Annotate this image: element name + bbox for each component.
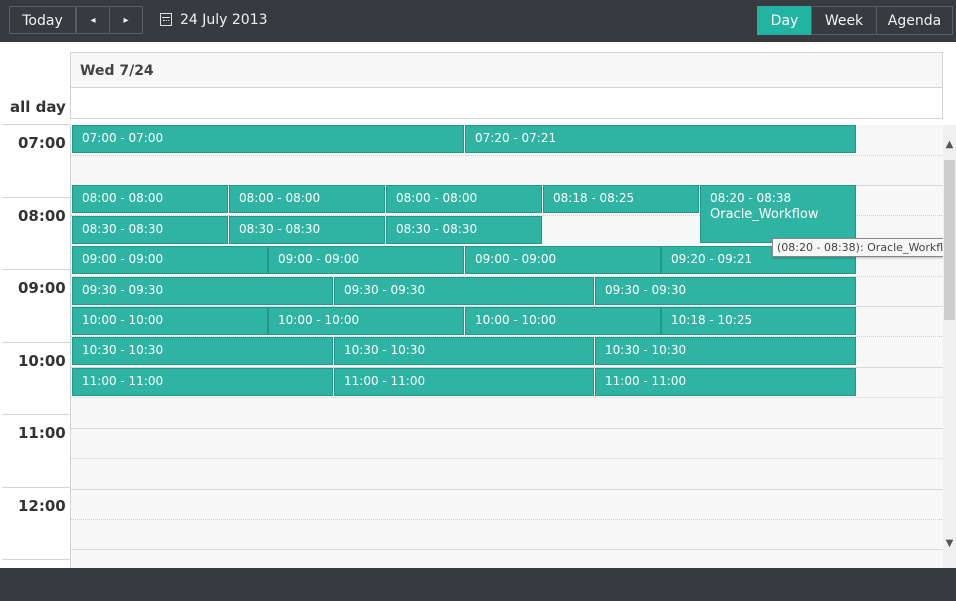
divider (2, 487, 70, 488)
next-icon[interactable]: ▸ (109, 6, 143, 34)
calendar-icon[interactable] (160, 13, 172, 26)
day-header-row: Wed 7/24 (70, 52, 943, 88)
today-button[interactable]: Today (9, 6, 76, 34)
calendar-event[interactable]: 09:00 - 09:00 (268, 246, 464, 274)
calendar-event[interactable]: 08:00 - 08:00 (72, 185, 228, 213)
time-label: 12:00 (18, 497, 66, 515)
divider (2, 269, 70, 270)
half-hour-line (71, 458, 943, 459)
calendar-event[interactable]: 10:18 - 10:25 (661, 307, 856, 335)
calendar-event[interactable]: 10:30 - 10:30 (334, 337, 594, 365)
all-day-label: all day (10, 98, 66, 116)
hour-line (71, 428, 943, 429)
time-label: 11:00 (18, 424, 66, 442)
time-label: 07:00 (18, 134, 66, 152)
half-hour-line (71, 397, 943, 398)
scrollbar-thumb[interactable] (944, 160, 955, 320)
half-hour-line (71, 155, 943, 156)
toolbar: Today ◂ ▸ 24 July 2013 Day Week Agenda (0, 0, 956, 42)
scrollbar[interactable]: ▲ ▼ (943, 125, 956, 568)
calendar-event[interactable]: 09:00 - 09:00 (465, 246, 661, 274)
calendar-event[interactable]: 07:20 - 07:21 (465, 125, 856, 153)
event-tooltip: (08:20 - 08:38): Oracle_Workflow (772, 238, 956, 257)
calendar-event[interactable]: 08:18 - 08:25 (543, 185, 699, 213)
divider (2, 559, 70, 560)
calendar-event[interactable]: 10:00 - 10:00 (465, 307, 661, 335)
week-view-button[interactable]: Week (811, 6, 877, 35)
current-date[interactable]: 24 July 2013 (180, 12, 268, 28)
calendar-event[interactable]: 09:00 - 09:00 (72, 246, 268, 274)
calendar-event[interactable]: 10:00 - 10:00 (72, 307, 268, 335)
calendar-event[interactable]: 09:30 - 09:30 (72, 277, 333, 305)
chevron-up-icon[interactable]: ▲ (943, 139, 956, 151)
event-title: Oracle_Workflow (710, 207, 819, 222)
calendar-event[interactable]: 11:00 - 11:00 (595, 368, 856, 396)
chevron-down-icon[interactable]: ▼ (943, 538, 956, 550)
day-view-button[interactable]: Day (757, 6, 812, 35)
footer-bar (0, 568, 956, 601)
time-label: 10:00 (18, 352, 66, 370)
calendar-event[interactable]: 08:30 - 08:30 (72, 216, 228, 244)
divider (2, 414, 70, 415)
calendar-event[interactable]: 08:30 - 08:30 (386, 216, 542, 244)
calendar-event[interactable]: 09:30 - 09:30 (595, 277, 856, 305)
calendar-event[interactable]: 08:00 - 08:00 (229, 185, 385, 213)
agenda-view-button[interactable]: Agenda (876, 6, 953, 35)
calendar-event[interactable]: 11:00 - 11:00 (334, 368, 594, 396)
calendar-event[interactable]: 08:00 - 08:00 (386, 185, 542, 213)
time-label: 09:00 (18, 279, 66, 297)
calendar-event[interactable]: 10:30 - 10:30 (595, 337, 856, 365)
calendar-event[interactable]: 09:30 - 09:30 (334, 277, 594, 305)
hour-line (71, 549, 943, 550)
calendar-event[interactable]: 08:20 - 08:38 Oracle_Workflow (700, 185, 856, 243)
prev-icon[interactable]: ◂ (76, 6, 110, 34)
half-hour-line (71, 519, 943, 520)
all-day-slot[interactable] (70, 88, 943, 119)
calendar-event[interactable]: 10:00 - 10:00 (268, 307, 464, 335)
divider (2, 197, 70, 198)
calendar-event[interactable]: 07:00 - 07:00 (72, 125, 464, 153)
time-label: 08:00 (18, 207, 66, 225)
event-time: 08:20 - 08:38 (710, 191, 792, 205)
calendar-event[interactable]: 11:00 - 11:00 (72, 368, 333, 396)
divider (2, 342, 70, 343)
calendar-event[interactable]: 10:30 - 10:30 (72, 337, 333, 365)
calendar-event[interactable]: 08:30 - 08:30 (229, 216, 385, 244)
day-header[interactable]: Wed 7/24 (80, 63, 154, 79)
hour-line (71, 489, 943, 490)
divider (2, 124, 70, 125)
